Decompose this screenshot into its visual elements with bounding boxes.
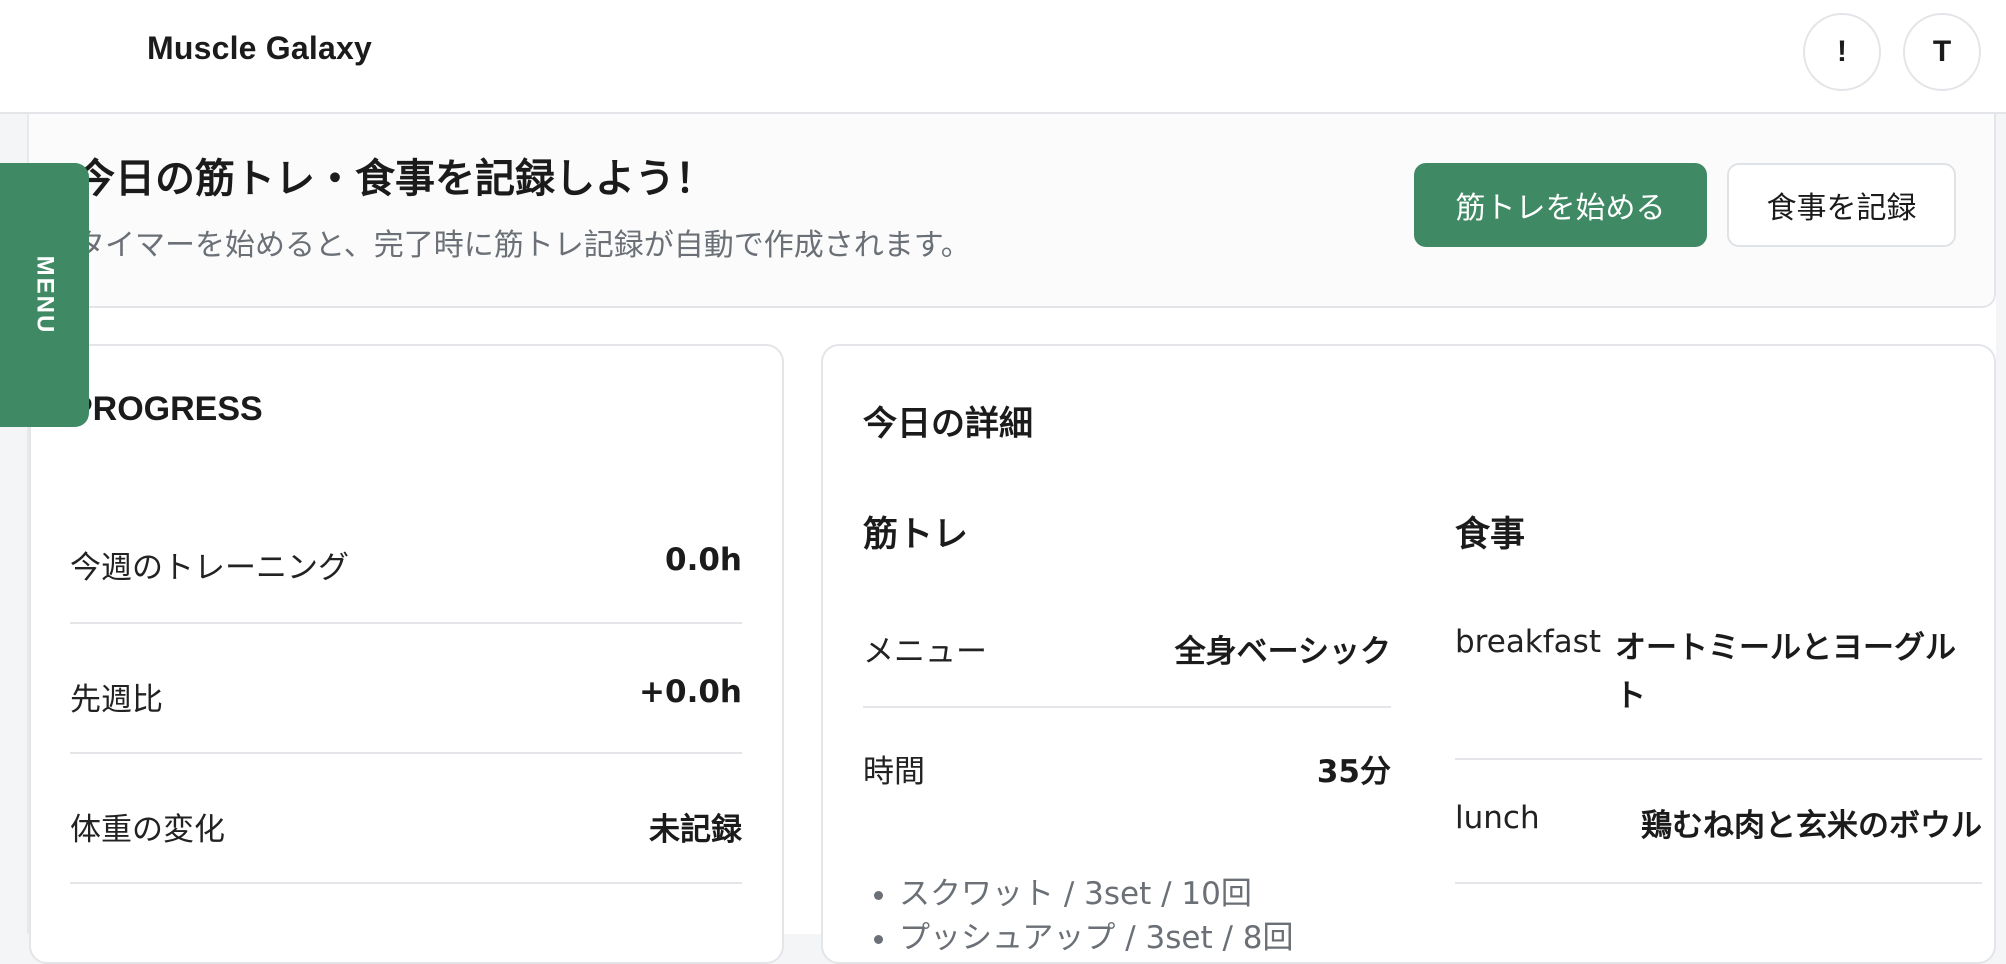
today-detail-title: 今日の詳細 (863, 405, 1033, 443)
kv-label: lunch (1455, 800, 1540, 836)
hero-title: 今日の筋トレ・食事を記録しよう！ (75, 156, 715, 202)
kv-value: 35分 (1316, 754, 1391, 790)
menu-label: MENU (31, 255, 59, 335)
stat-row-weekly-training: 今週のトレーニング 0.0h (70, 542, 742, 624)
stat-row-week-comparison: 先週比 +0.0h (70, 624, 742, 754)
training-menu-row: メニュー 全身ベーシック (863, 626, 1391, 708)
meal-section-title: 食事 (1455, 515, 1526, 555)
stat-value: 未記録 (649, 812, 742, 848)
notification-button[interactable]: ! (1803, 13, 1881, 91)
kv-label: 時間 (863, 754, 925, 790)
list-item: スクワット / 3set / 10回 (899, 872, 1294, 916)
progress-title: PROGRESS (70, 390, 263, 428)
training-time-row: 時間 35分 (863, 708, 1391, 790)
exercise-list: スクワット / 3set / 10回 プッシュアップ / 3set / 8回 (863, 872, 1294, 960)
hero-subtitle: タイマーを始めると、完了時に筋トレ記録が自動で作成されます。 (75, 228, 971, 263)
brand-logo[interactable]: Muscle Galaxy (147, 30, 372, 67)
hero-banner: 今日の筋トレ・食事を記録しよう！ タイマーを始めると、完了時に筋トレ記録が自動で… (29, 114, 1996, 308)
main-content: 今日の筋トレ・食事を記録しよう！ タイマーを始めると、完了時に筋トレ記録が自動で… (27, 114, 1996, 964)
stat-label: 先週比 (70, 682, 163, 718)
progress-card: PROGRESS 今週のトレーニング 0.0h 先週比 +0.0h 体重の変化 … (29, 344, 784, 964)
stat-label: 今週のトレーニング (70, 550, 349, 586)
stat-value: +0.0h (639, 674, 742, 710)
meal-value: オートミールとヨーグル ト (1615, 624, 1956, 720)
user-avatar-button[interactable]: T (1903, 13, 1981, 91)
stat-label: 体重の変化 (70, 812, 225, 848)
start-training-button[interactable]: 筋トレを始める (1414, 163, 1707, 247)
meal-value-line: ト (1615, 678, 1646, 714)
meal-row-breakfast: breakfast オートミールとヨーグル ト (1455, 624, 1982, 760)
today-detail-card: 今日の詳細 筋トレ メニュー 全身ベーシック 時間 35分 スクワット / 3s… (821, 344, 1996, 964)
kv-label: メニュー (863, 634, 987, 670)
list-item: プッシュアップ / 3set / 8回 (899, 916, 1294, 960)
side-menu-toggle[interactable]: MENU (0, 163, 89, 427)
stat-row-weight-change: 体重の変化 未記録 (70, 754, 742, 884)
meal-row-lunch: lunch 鶏むね肉と玄米のボウル (1455, 760, 1982, 884)
meal-value-line: オートミールとヨーグル (1615, 630, 1956, 666)
kv-value: 全身ベーシック (1174, 634, 1391, 670)
app-header: Muscle Galaxy ! T (0, 0, 2006, 114)
training-section-title: 筋トレ (863, 515, 969, 555)
kv-value: 鶏むね肉と玄米のボウル (1641, 808, 1982, 844)
stat-value: 0.0h (665, 542, 742, 578)
record-meal-button[interactable]: 食事を記録 (1727, 163, 1956, 247)
kv-label: breakfast (1455, 624, 1601, 660)
